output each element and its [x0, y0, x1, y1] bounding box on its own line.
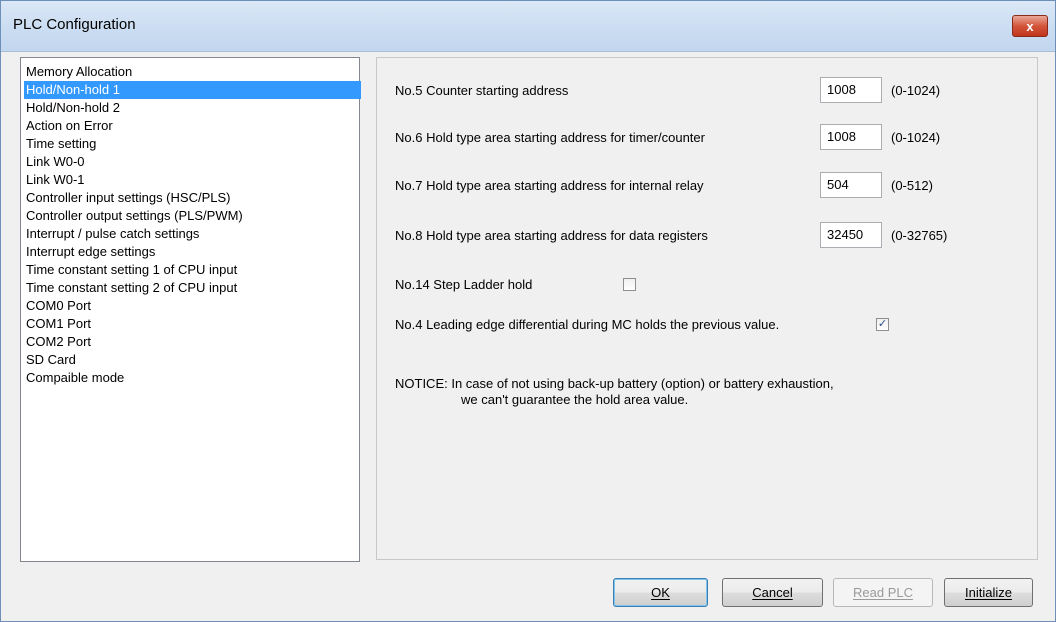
list-item-interrupt-pulse-catch[interactable]: Interrupt / pulse catch settings: [24, 225, 361, 243]
plc-configuration-dialog: PLC Configuration x Memory Allocation Ho…: [0, 0, 1056, 622]
data-register-hold-input[interactable]: 32450: [820, 222, 882, 248]
mc-hold-checkbox[interactable]: ✓: [876, 318, 889, 331]
settings-panel: No.5 Counter starting address 1008 (0-10…: [376, 57, 1038, 560]
list-item-com0-port[interactable]: COM0 Port: [24, 297, 361, 315]
timer-counter-hold-input[interactable]: 1008: [820, 124, 882, 150]
list-item-hold-non-hold-2[interactable]: Hold/Non-hold 2: [24, 99, 361, 117]
list-item-com2-port[interactable]: COM2 Port: [24, 333, 361, 351]
list-item-link-w0-0[interactable]: Link W0-0: [24, 153, 361, 171]
data-register-hold-range: (0-32765): [891, 228, 948, 243]
read-plc-button-label: Read PLC: [853, 585, 913, 600]
timer-counter-hold-label: No.6 Hold type area starting address for…: [395, 130, 705, 145]
counter-start-label: No.5 Counter starting address: [395, 83, 569, 98]
initialize-button-label: Initialize: [965, 585, 1012, 600]
mc-hold-label: No.4 Leading edge differential during MC…: [395, 317, 780, 332]
step-ladder-hold-checkbox[interactable]: [623, 278, 636, 291]
timer-counter-hold-range: (0-1024): [891, 130, 941, 145]
title-bar: PLC Configuration x: [1, 1, 1055, 52]
window-title: PLC Configuration: [13, 16, 136, 33]
internal-relay-hold-label: No.7 Hold type area starting address for…: [395, 178, 704, 193]
notice-line-1: NOTICE: In case of not using back-up bat…: [395, 376, 834, 391]
cancel-button-label: Cancel: [752, 585, 793, 600]
list-item-action-on-error[interactable]: Action on Error: [24, 117, 361, 135]
list-item-memory-allocation[interactable]: Memory Allocation: [24, 63, 361, 81]
close-button[interactable]: x: [1012, 15, 1048, 37]
step-ladder-hold-label: No.14 Step Ladder hold: [395, 277, 533, 292]
close-icon: x: [1026, 18, 1034, 34]
list-item-link-w0-1[interactable]: Link W0-1: [24, 171, 361, 189]
list-item-time-constant-2[interactable]: Time constant setting 2 of CPU input: [24, 279, 361, 297]
notice-line-2: we can't guarantee the hold area value.: [461, 392, 689, 407]
ok-button-label: OK: [651, 585, 670, 600]
list-item-controller-input-settings[interactable]: Controller input settings (HSC/PLS): [24, 189, 361, 207]
list-item-sd-card[interactable]: SD Card: [24, 351, 361, 369]
checkmark-icon: ✓: [877, 318, 888, 330]
counter-start-range: (0-1024): [891, 83, 941, 98]
list-item-interrupt-edge[interactable]: Interrupt edge settings: [24, 243, 361, 261]
initialize-button[interactable]: Initialize: [944, 578, 1033, 607]
list-item-time-constant-1[interactable]: Time constant setting 1 of CPU input: [24, 261, 361, 279]
cancel-button[interactable]: Cancel: [722, 578, 823, 607]
list-item-hold-non-hold-1[interactable]: Hold/Non-hold 1: [24, 81, 361, 99]
internal-relay-hold-input[interactable]: 504: [820, 172, 882, 198]
counter-start-input[interactable]: 1008: [820, 77, 882, 103]
internal-relay-hold-range: (0-512): [891, 178, 933, 193]
list-item-compatible-mode[interactable]: Compaible mode: [24, 369, 361, 387]
list-item-time-setting[interactable]: Time setting: [24, 135, 361, 153]
category-list[interactable]: Memory Allocation Hold/Non-hold 1 Hold/N…: [20, 57, 361, 562]
data-register-hold-label: No.8 Hold type area starting address for…: [395, 228, 708, 243]
list-item-controller-output-settings[interactable]: Controller output settings (PLS/PWM): [24, 207, 361, 225]
ok-button[interactable]: OK: [613, 578, 708, 607]
battery-notice: NOTICE: In case of not using back-up bat…: [395, 376, 834, 408]
list-item-com1-port[interactable]: COM1 Port: [24, 315, 361, 333]
read-plc-button[interactable]: Read PLC: [833, 578, 933, 607]
